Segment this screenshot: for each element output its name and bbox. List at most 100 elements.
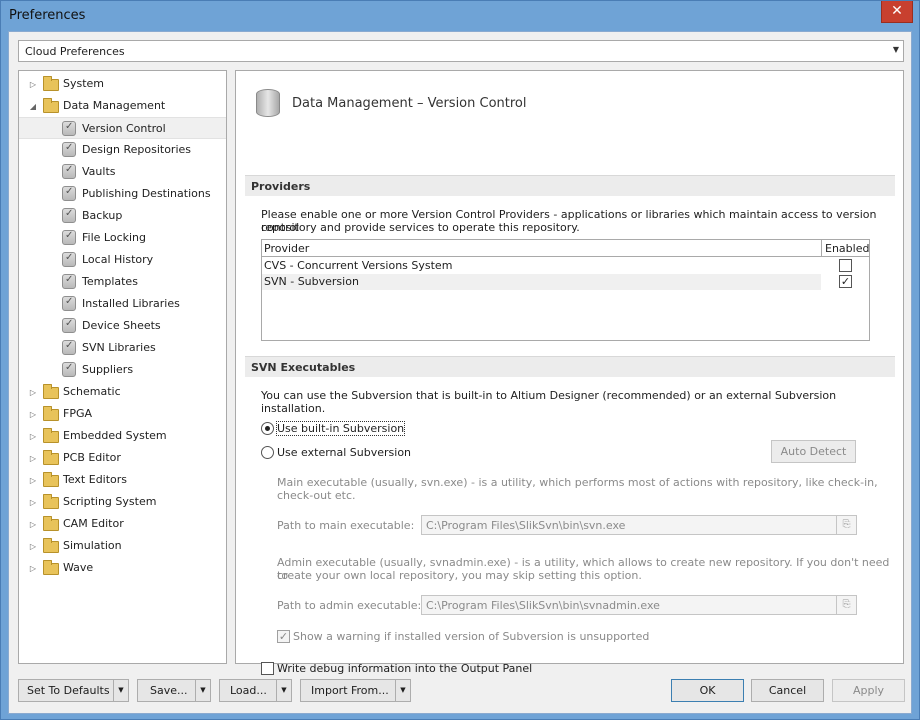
- tree-item-label: Embedded System: [63, 429, 167, 442]
- import-from-button[interactable]: Import From... ▼: [300, 679, 411, 702]
- apply-button[interactable]: Apply: [832, 679, 905, 702]
- admin-exe-path-value: C:\Program Files\SlikSvn\bin\svnadmin.ex…: [426, 599, 660, 612]
- dropdown-arrow-icon[interactable]: ▼: [195, 680, 210, 701]
- dropdown-arrow-icon[interactable]: ▼: [395, 680, 410, 701]
- preset-combo-value: Cloud Preferences: [25, 45, 125, 58]
- provider-row-cvs[interactable]: CVS - Concurrent Versions System: [262, 258, 821, 274]
- main-exe-path-input[interactable]: C:\Program Files\SlikSvn\bin\svn.exe ⎘: [421, 515, 857, 535]
- radio-external-svn[interactable]: [261, 446, 274, 459]
- column-enabled-header[interactable]: Enabled: [825, 242, 869, 255]
- tree-item-scripting-system[interactable]: ▷ Scripting System: [19, 491, 226, 513]
- tree-item-label: Text Editors: [63, 473, 128, 486]
- radio-external-label[interactable]: Use external Subversion: [277, 446, 411, 459]
- database-icon: [62, 318, 76, 333]
- provider-enabled-checkbox-svn[interactable]: ✓: [839, 275, 852, 288]
- warn-unsupported-label[interactable]: Show a warning if installed version of S…: [293, 630, 649, 643]
- page-title: Data Management – Version Control: [292, 96, 527, 111]
- preferences-preset-combo[interactable]: Cloud Preferences ▼: [18, 40, 904, 62]
- tree-item-suppliers[interactable]: Suppliers: [19, 359, 226, 381]
- svn-section-header: SVN Executables: [245, 356, 895, 377]
- tree-item-publishing-destinations[interactable]: Publishing Destinations: [19, 183, 226, 205]
- ok-button[interactable]: OK: [671, 679, 744, 702]
- tree-item-label: Simulation: [63, 539, 122, 552]
- column-separator[interactable]: [821, 240, 822, 257]
- tree-item-schematic[interactable]: ▷ Schematic: [19, 381, 226, 403]
- tree-item-version-control[interactable]: Version Control: [19, 117, 226, 139]
- expand-icon[interactable]: ▷: [28, 564, 38, 573]
- tree-item-label: System: [63, 77, 105, 90]
- svn-description: You can use the Subversion that is built…: [261, 389, 837, 415]
- dialog-client: Cloud Preferences ▼ ▷ System ◢ Data Managem…: [8, 31, 912, 714]
- tree-item-text-editors[interactable]: ▷ Text Editors: [19, 469, 226, 491]
- radio-builtin-svn[interactable]: [261, 422, 274, 435]
- cancel-button[interactable]: Cancel: [751, 679, 824, 702]
- admin-exe-path-input[interactable]: C:\Program Files\SlikSvn\bin\svnadmin.ex…: [421, 595, 857, 615]
- tree-item-device-sheets[interactable]: Device Sheets: [19, 315, 226, 337]
- folder-icon: [43, 516, 59, 531]
- collapse-icon[interactable]: ◢: [28, 102, 38, 111]
- tree-item-data-management[interactable]: ◢ Data Management: [19, 95, 226, 117]
- database-icon: [256, 89, 280, 117]
- tree-item-label: Backup: [82, 209, 123, 222]
- dropdown-arrow-icon[interactable]: ▼: [276, 680, 291, 701]
- providers-grid[interactable]: Provider Enabled CVS - Concurrent Versio…: [261, 239, 870, 341]
- folder-icon: [43, 406, 59, 421]
- tree-item-fpga[interactable]: ▷ FPGA: [19, 403, 226, 425]
- write-debug-label[interactable]: Write debug information into the Output …: [277, 662, 532, 675]
- tree-item-system[interactable]: ▷ System: [19, 73, 226, 95]
- expand-icon[interactable]: ▷: [28, 520, 38, 529]
- tree-item-label: FPGA: [63, 407, 93, 420]
- tree-item-label: SVN Libraries: [82, 341, 156, 354]
- folder-icon: [43, 472, 59, 487]
- tree-item-installed-libraries[interactable]: Installed Libraries: [19, 293, 226, 315]
- tree-item-pcb-editor[interactable]: ▷ PCB Editor: [19, 447, 226, 469]
- warn-unsupported-checkbox[interactable]: ✓: [277, 630, 290, 643]
- tree-item-label: Publishing Destinations: [82, 187, 211, 200]
- expand-icon[interactable]: ▷: [28, 410, 38, 419]
- tree-item-backup[interactable]: Backup: [19, 205, 226, 227]
- tree-item-label: Installed Libraries: [82, 297, 180, 310]
- folder-open-icon[interactable]: ⎘: [836, 516, 856, 534]
- expand-icon[interactable]: ▷: [28, 476, 38, 485]
- tree-item-label: Templates: [82, 275, 138, 288]
- tree-item-label: File Locking: [82, 231, 146, 244]
- database-icon: [62, 362, 76, 377]
- tree-item-cam-editor[interactable]: ▷ CAM Editor: [19, 513, 226, 535]
- set-to-defaults-button[interactable]: Set To Defaults ▼: [18, 679, 129, 702]
- tree-item-svn-libraries[interactable]: SVN Libraries: [19, 337, 226, 359]
- folder-icon: [43, 384, 59, 399]
- tree-item-label: CAM Editor: [63, 517, 124, 530]
- providers-grid-header: Provider Enabled: [262, 240, 869, 257]
- provider-row-svn[interactable]: SVN - Subversion: [262, 274, 821, 290]
- expand-icon[interactable]: ▷: [28, 80, 38, 89]
- tree-item-wave[interactable]: ▷ Wave: [19, 557, 226, 579]
- dropdown-arrow-icon[interactable]: ▼: [113, 680, 128, 701]
- admin-exe-label: Path to admin executable:: [277, 599, 422, 612]
- provider-enabled-checkbox-cvs[interactable]: [839, 259, 852, 272]
- tree-item-design-repositories[interactable]: Design Repositories: [19, 139, 226, 161]
- write-debug-checkbox[interactable]: [261, 662, 274, 675]
- folder-open-icon[interactable]: ⎘: [836, 596, 856, 614]
- tree-item-label: PCB Editor: [63, 451, 121, 464]
- tree-item-embedded-system[interactable]: ▷ Embedded System: [19, 425, 226, 447]
- main-exe-description-line2: check-out etc.: [277, 489, 356, 502]
- tree-item-templates[interactable]: Templates: [19, 271, 226, 293]
- radio-builtin-label[interactable]: Use built-in Subversion: [275, 421, 406, 436]
- close-button[interactable]: ✕: [881, 1, 913, 23]
- save-button[interactable]: Save... ▼: [137, 679, 211, 702]
- tree-item-vaults[interactable]: Vaults: [19, 161, 226, 183]
- tree-item-file-locking[interactable]: File Locking: [19, 227, 226, 249]
- load-button[interactable]: Load... ▼: [219, 679, 292, 702]
- tree-item-label: Device Sheets: [82, 319, 161, 332]
- expand-icon[interactable]: ▷: [28, 498, 38, 507]
- title-bar[interactable]: Preferences ✕: [1, 1, 919, 31]
- expand-icon[interactable]: ▷: [28, 388, 38, 397]
- expand-icon[interactable]: ▷: [28, 454, 38, 463]
- column-provider-header[interactable]: Provider: [264, 242, 309, 255]
- tree-item-simulation[interactable]: ▷ Simulation: [19, 535, 226, 557]
- expand-icon[interactable]: ▷: [28, 542, 38, 551]
- expand-icon[interactable]: ▷: [28, 432, 38, 441]
- auto-detect-button[interactable]: Auto Detect: [771, 440, 856, 463]
- tree-item-local-history[interactable]: Local History: [19, 249, 226, 271]
- preferences-tree[interactable]: ▷ System ◢ Data Management Version Control De…: [18, 70, 227, 664]
